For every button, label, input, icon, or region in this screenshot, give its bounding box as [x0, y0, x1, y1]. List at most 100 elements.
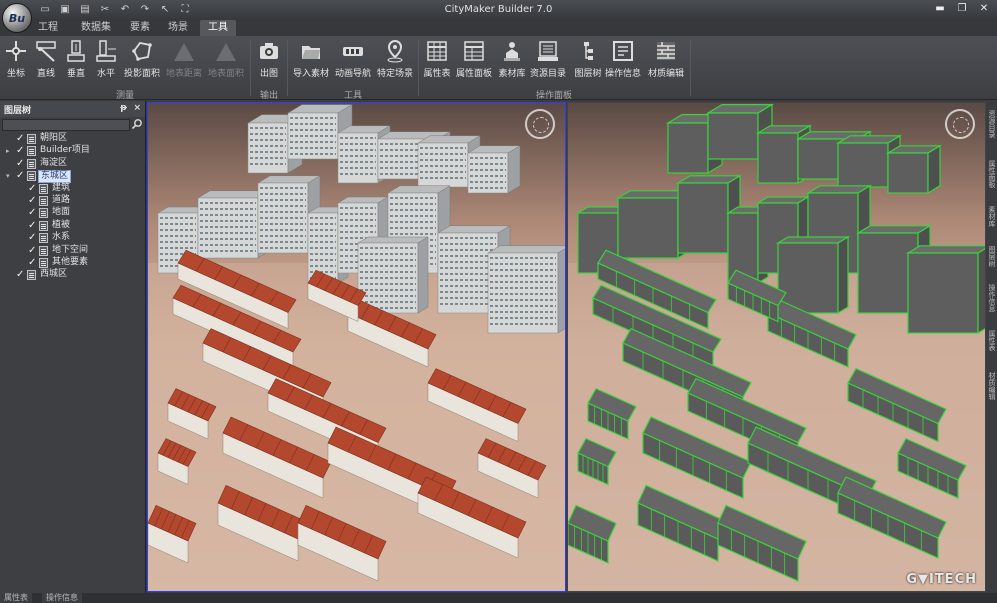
dock-tab-operation-info[interactable]: 操作信息 — [987, 284, 997, 312]
minimize-icon[interactable]: ▬ — [931, 2, 949, 16]
coordinate-button[interactable]: 坐标 — [2, 38, 30, 82]
tree-node[interactable]: ✓ 水系 — [0, 232, 145, 244]
layer-icon — [39, 208, 48, 219]
visibility-checkbox[interactable]: ✓ — [28, 183, 37, 193]
layer-icon — [27, 146, 36, 157]
title-bar: Bu ▭ ▣ ▤ ✂ ↶ ↷ ↖ ⛶ CityMaker Builder 7.0… — [0, 0, 997, 33]
viewport-wireframe[interactable]: G▼ITECH — [567, 102, 986, 592]
building-roof — [487, 245, 565, 254]
dock-tab-attribute-panel[interactable]: 属性面板 — [987, 160, 997, 188]
search-row — [0, 117, 145, 133]
dock-tab-attribute-table[interactable]: 属性表 — [987, 330, 997, 351]
attribute-panel-label: 属性面板 — [456, 69, 493, 79]
layer-icon — [39, 257, 48, 268]
horizontal-measure-button[interactable]: 水平 — [92, 38, 120, 82]
attribute-table-button[interactable]: 属性表 — [422, 38, 452, 82]
line-measure-label: 直线 — [36, 69, 55, 79]
group-label-panels: 操作面板 — [535, 91, 572, 101]
building-facade — [617, 197, 679, 259]
surface-distance-button[interactable]: 地表距离 — [164, 38, 204, 82]
tab-project[interactable]: 工程 — [30, 20, 66, 36]
chevron-right-icon[interactable]: ▸ — [6, 145, 14, 157]
visibility-checkbox[interactable]: ✓ — [28, 208, 37, 218]
resource-catalog-button[interactable]: 资源目录 — [530, 38, 566, 82]
dock-tab-material-library[interactable]: 素材库 — [987, 206, 997, 227]
visibility-checkbox[interactable]: ✓ — [28, 195, 37, 205]
tree-node[interactable]: ✓ 海淀区 — [0, 158, 145, 170]
layer-icon — [27, 134, 36, 144]
vertical-measure-button[interactable]: 垂直 — [62, 38, 90, 82]
close-icon[interactable]: ✕ — [975, 2, 993, 16]
visibility-checkbox[interactable]: ✓ — [16, 171, 25, 181]
dock-tab-layer-tree[interactable]: 图层树 — [987, 246, 997, 267]
operation-info-button[interactable]: 操作信息 — [604, 38, 642, 82]
restore-icon[interactable]: ❐ — [953, 2, 971, 16]
scene-3d-wireframe[interactable] — [568, 103, 986, 592]
compass-icon[interactable] — [525, 109, 555, 139]
building-roof — [357, 236, 429, 244]
surface-distance-icon — [171, 38, 197, 64]
tree-node[interactable]: ✓ 西城区 — [0, 269, 145, 281]
projected-area-button[interactable]: 投影面积 — [122, 38, 162, 82]
tree-node[interactable]: ✓ 建筑 — [0, 183, 145, 195]
bottom-tab-attribute-table[interactable]: 属性表 — [0, 593, 32, 603]
material-library-icon — [499, 38, 525, 64]
horizontal-measure-label: 水平 — [96, 69, 115, 79]
tab-feature[interactable]: 要素 — [124, 20, 156, 36]
surface-area-icon — [213, 38, 239, 64]
viewport-textured[interactable] — [147, 102, 566, 592]
material-library-button[interactable]: 素材库 — [496, 38, 528, 82]
building-facade — [667, 122, 709, 174]
tree-node[interactable]: ▾ ✓ 东城区 — [0, 170, 145, 184]
visibility-checkbox[interactable]: ✓ — [16, 158, 25, 168]
visibility-checkbox[interactable]: ✓ — [16, 146, 25, 156]
import-material-button[interactable]: 导入素材 — [291, 38, 331, 82]
dock-tab-texture-edit[interactable]: 材质编辑 — [987, 372, 997, 400]
specific-scene-button[interactable]: 特定场景 — [375, 38, 415, 82]
layer-icon — [27, 171, 36, 182]
building-side — [417, 236, 429, 314]
dock-tab-resource-catalog[interactable]: 资源目录 — [987, 110, 997, 138]
chevron-down-icon[interactable]: ▾ — [6, 170, 14, 182]
ribbon-separator — [250, 40, 251, 96]
window-controls: ▬ ❐ ✕ — [931, 2, 993, 16]
tree-node[interactable]: ✓ 地面 — [0, 207, 145, 219]
tree-node-label: 建筑 — [52, 182, 71, 193]
tab-scene[interactable]: 场景 — [162, 20, 194, 36]
tab-tools[interactable]: 工具 — [200, 20, 236, 36]
tab-dataset[interactable]: 数据集 — [74, 20, 118, 36]
visibility-checkbox[interactable]: ✓ — [16, 134, 25, 144]
visibility-checkbox[interactable]: ✓ — [28, 233, 37, 243]
bottom-tab-operation-info[interactable]: 操作信息 — [42, 593, 82, 603]
panel-title: 图层树 — [4, 105, 32, 116]
compass-icon[interactable] — [945, 109, 975, 139]
visibility-checkbox[interactable]: ✓ — [28, 257, 37, 267]
tree-node[interactable]: ▸ ✓ Builder项目 — [0, 145, 145, 157]
attribute-panel-button[interactable]: 属性面板 — [456, 38, 492, 82]
search-input[interactable] — [2, 119, 130, 131]
line-measure-button[interactable]: 直线 — [32, 38, 60, 82]
animation-nav-button[interactable]: 动画导航 — [333, 38, 373, 82]
visibility-checkbox[interactable]: ✓ — [28, 245, 37, 255]
tree-node[interactable]: ✓ 其他要素 — [0, 257, 145, 269]
tree-node[interactable]: ✓ 朝阳区 — [0, 133, 145, 145]
search-icon[interactable] — [131, 118, 143, 130]
app-logo[interactable]: Bu — [2, 3, 32, 33]
tree-node[interactable]: ✓ 植被 — [0, 220, 145, 232]
building-facade — [777, 242, 839, 314]
visibility-checkbox[interactable]: ✓ — [16, 270, 25, 280]
export-image-button[interactable]: 出图 — [254, 38, 284, 82]
close-panel-icon[interactable]: × — [133, 103, 141, 113]
pin-icon[interactable]: ᵽ — [120, 103, 127, 113]
texture-edit-button[interactable]: 材质编辑 — [646, 38, 686, 82]
tree-node[interactable]: ✓ 道路 — [0, 195, 145, 207]
scene-3d-textured[interactable] — [148, 103, 566, 592]
building-facade — [467, 152, 509, 194]
layer-icon — [27, 158, 36, 169]
visibility-checkbox[interactable]: ✓ — [28, 220, 37, 230]
tree-node[interactable]: ✓ 地下空间 — [0, 245, 145, 257]
layer-tree-button[interactable]: 图层树 — [572, 38, 604, 82]
specific-scene-label: 特定场景 — [376, 69, 413, 79]
layer-icon — [27, 270, 36, 281]
surface-area-button[interactable]: 地表面积 — [206, 38, 246, 82]
